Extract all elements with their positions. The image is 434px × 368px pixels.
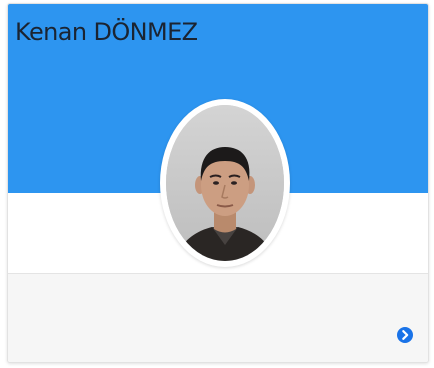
avatar — [160, 99, 290, 267]
profile-name: Kenan DÖNMEZ — [15, 18, 198, 46]
profile-card: Kenan DÖNMEZ — [7, 3, 429, 363]
arrow-circle-right-icon[interactable] — [397, 327, 413, 343]
card-footer — [8, 273, 428, 362]
avatar-photo — [166, 105, 284, 261]
